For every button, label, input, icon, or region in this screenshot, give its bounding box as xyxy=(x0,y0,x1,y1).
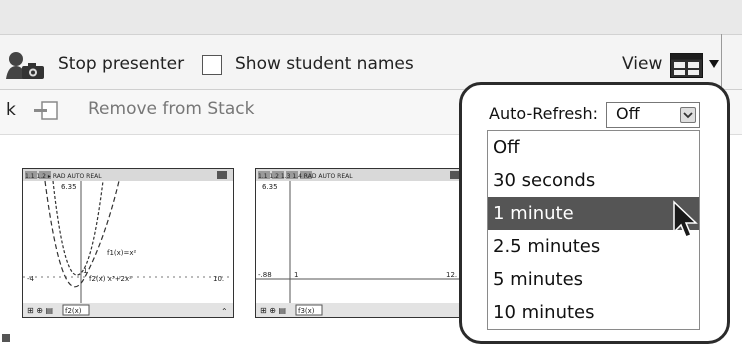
svg-text:⌃: ⌃ xyxy=(221,307,228,316)
entry-label: f3(x) xyxy=(298,307,315,315)
svg-text:⊞ ⊕ ▤: ⊞ ⊕ ▤ xyxy=(260,306,286,315)
y-top-label: 6.35 xyxy=(262,183,278,191)
add-to-stack-button-partial[interactable]: k xyxy=(6,100,16,120)
f2-label: f2(x) x³+2x² xyxy=(89,275,132,283)
presenter-camera-icon[interactable] xyxy=(4,50,46,80)
remove-stack-icon[interactable] xyxy=(33,100,59,122)
x-left-label: -4 xyxy=(27,275,35,283)
student-screen-thumbnail[interactable]: 1.1 1.2 ▸ RAD AUTO REAL 6.35 f1(x)=x² f2… xyxy=(22,168,234,318)
view-dropdown-caret-icon[interactable] xyxy=(709,60,719,68)
origin-label: 1 xyxy=(294,271,298,279)
auto-refresh-menu: Off 30 seconds 1 minute 2.5 minutes 5 mi… xyxy=(487,130,700,330)
mouse-pointer-icon xyxy=(672,200,700,240)
y-top-label: 6.35 xyxy=(61,183,77,191)
show-student-names-checkbox[interactable] xyxy=(202,55,222,75)
view-label[interactable]: View xyxy=(622,54,662,74)
dropdown-arrow-icon[interactable] xyxy=(680,107,696,123)
auto-refresh-option-off[interactable]: Off xyxy=(488,131,699,164)
show-student-names-label[interactable]: Show student names xyxy=(235,54,414,74)
auto-refresh-option-10-minutes[interactable]: 10 minutes xyxy=(488,296,699,329)
auto-refresh-option-1-minute[interactable]: 1 minute xyxy=(488,197,699,230)
student-screen-thumbnail[interactable]: 1.1 1.2 1.3 1.4 RAD AUTO REAL 6.35 -.88 … xyxy=(255,168,467,318)
corner-mark xyxy=(2,334,10,342)
svg-text:⊞ ⊕ ▤: ⊞ ⊕ ▤ xyxy=(27,306,53,315)
auto-refresh-selected-value[interactable]: Off xyxy=(616,104,640,123)
remove-from-stack-button[interactable]: Remove from Stack xyxy=(88,99,254,119)
entry-label: f2(x) xyxy=(65,307,82,315)
x-right-label: 12. xyxy=(446,271,457,279)
origin-label: 1 xyxy=(83,267,87,275)
stop-presenter-button[interactable]: Stop presenter xyxy=(58,54,184,74)
auto-refresh-option-30-seconds[interactable]: 30 seconds xyxy=(488,164,699,197)
x-left-label: -.88 xyxy=(258,271,272,279)
auto-refresh-option-2-5-minutes[interactable]: 2.5 minutes xyxy=(488,230,699,263)
auto-refresh-label: Auto-Refresh: xyxy=(489,104,599,123)
thumbnail-header: 1.1 1.2 ▸ RAD AUTO REAL xyxy=(25,173,102,180)
view-layout-icon[interactable] xyxy=(670,53,703,78)
x-right-label: 10. xyxy=(213,275,224,283)
thumbnail-header: 1.1 1.2 1.3 1.4 RAD AUTO REAL xyxy=(258,173,353,180)
f1-label: f1(x)=x² xyxy=(107,249,137,257)
auto-refresh-option-5-minutes[interactable]: 5 minutes xyxy=(488,263,699,296)
window-top-strip xyxy=(0,0,742,35)
